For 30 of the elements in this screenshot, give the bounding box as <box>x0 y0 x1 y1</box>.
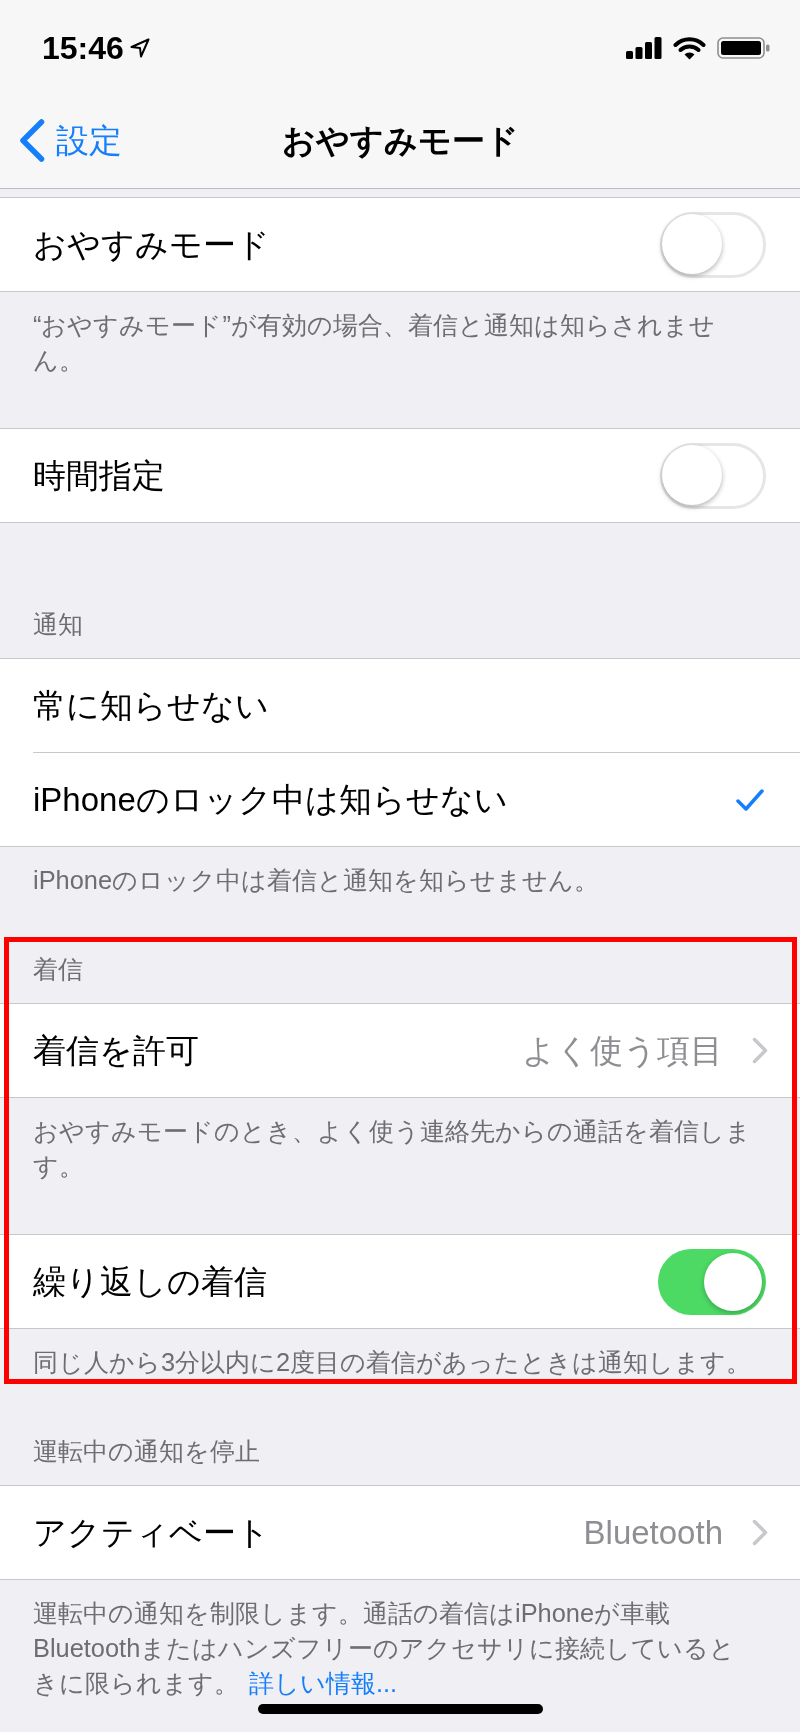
row-label: 繰り返しの着信 <box>33 1265 267 1298</box>
row-label: おやすみモード <box>33 228 270 261</box>
cellular-signal-icon <box>626 37 662 59</box>
nav-title: おやすみモード <box>281 123 519 157</box>
value-selector[interactable]: よく使う項目 <box>522 1034 768 1067</box>
row-label: 時間指定 <box>33 459 165 492</box>
footer-note: おやすみモードのとき、よく使う連絡先からの通話を着信します。 <box>33 1116 752 1182</box>
toggle-switch[interactable] <box>660 211 766 278</box>
learn-more-link[interactable]: 詳しい情報... <box>249 1669 398 1697</box>
location-arrow-icon <box>129 38 150 58</box>
row-label: アクティベート <box>33 1516 270 1549</box>
section-header: 通知 <box>33 610 83 638</box>
footer-note: 運転中の通知を制限します。通話の着信はiPhoneが車載Bluetoothまたはハンズフリーのアクセサリに接続しているときに限られます。 詳しい情報... <box>33 1598 737 1699</box>
row-label: 着信を許可 <box>33 1034 199 1067</box>
footer-note: iPhoneのロック中は着信と通知を知らせません。 <box>33 865 601 896</box>
toggle-switch[interactable] <box>660 442 766 509</box>
status-time: 15:46 <box>42 32 124 64</box>
wifi-icon <box>673 36 706 60</box>
chevron-right-icon <box>752 1037 768 1064</box>
section-header: 運転中の通知を停止 <box>33 1437 260 1465</box>
back-button[interactable]: 設定 <box>0 118 122 162</box>
option-item[interactable]: 常に知らせない <box>0 659 800 752</box>
section-header: 着信 <box>33 955 83 983</box>
footer-note: “おやすみモード”が有効の場合、着信と通知は知らされません。 <box>33 310 716 376</box>
footer-note: 同じ人から3分以内に2度目の着信があったときは通知します。 <box>33 1347 753 1378</box>
battery-icon <box>717 37 770 59</box>
chevron-right-icon <box>752 1519 768 1546</box>
value-selector[interactable]: Bluetooth <box>583 1516 768 1549</box>
option-item[interactable]: iPhoneのロック中は知らせない <box>0 753 800 846</box>
back-chevron-icon <box>19 118 45 162</box>
